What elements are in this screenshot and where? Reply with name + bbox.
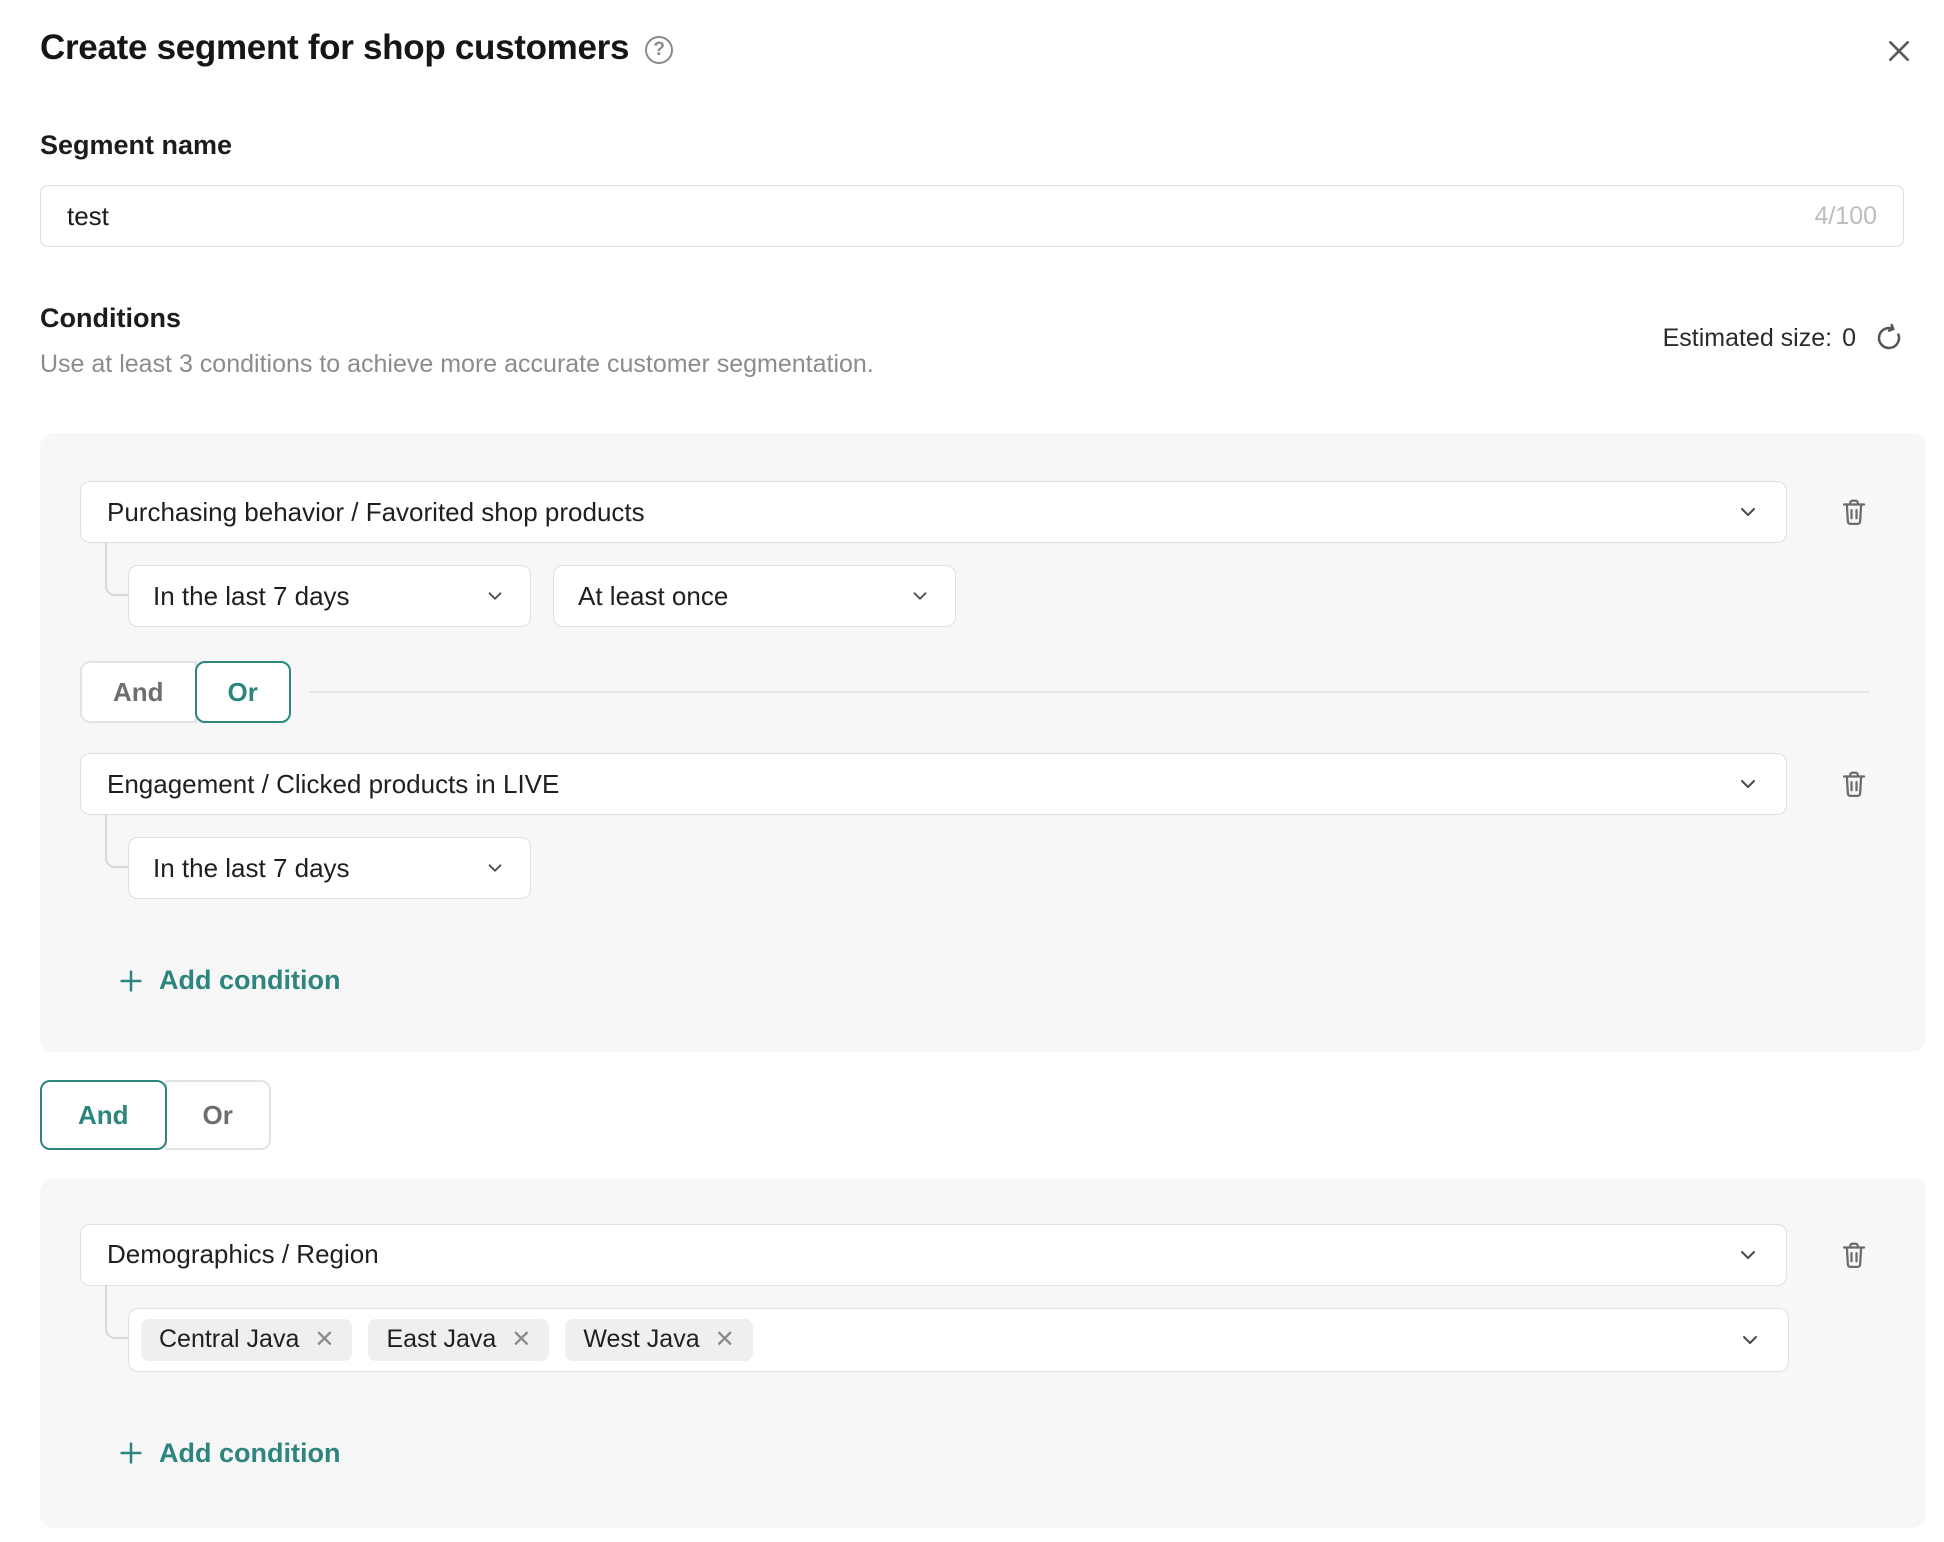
condition-group-2: Demographics / Region Central Java ✕ xyxy=(40,1178,1926,1529)
chevron-down-icon xyxy=(484,585,506,607)
remove-tag-icon[interactable]: ✕ xyxy=(715,1328,735,1352)
modal-header: Create segment for shop customers ? xyxy=(40,28,1904,68)
or-button[interactable]: Or xyxy=(195,661,291,723)
condition-filters-row: Central Java ✕ East Java ✕ West Java ✕ xyxy=(80,1308,1869,1372)
trash-icon xyxy=(1839,496,1869,528)
field-select-value: Purchasing behavior / Favorited shop pro… xyxy=(107,497,645,528)
plus-icon xyxy=(117,1439,145,1467)
connector-elbow xyxy=(105,1285,128,1339)
segment-name-label: Segment name xyxy=(40,130,1904,161)
time-range-select[interactable]: In the last 7 days xyxy=(128,837,531,899)
close-button[interactable] xyxy=(1886,38,1912,64)
trash-icon xyxy=(1839,768,1869,800)
condition-row: Purchasing behavior / Favorited shop pro… xyxy=(80,481,1869,543)
trash-icon xyxy=(1839,1239,1869,1271)
conditions-heading: Conditions xyxy=(40,303,1904,334)
region-tag: West Java ✕ xyxy=(565,1319,752,1361)
and-button[interactable]: And xyxy=(80,661,197,723)
time-range-value: In the last 7 days xyxy=(153,581,350,612)
condition-row: Demographics / Region xyxy=(80,1224,1869,1286)
region-tag: East Java ✕ xyxy=(368,1319,549,1361)
chevron-down-icon xyxy=(909,585,931,607)
field-select-engagement[interactable]: Engagement / Clicked products in LIVE xyxy=(80,753,1787,815)
add-condition-button[interactable]: Add condition xyxy=(117,965,340,996)
condition-group-1: Purchasing behavior / Favorited shop pro… xyxy=(40,433,1926,1052)
divider xyxy=(309,691,1869,693)
add-condition-button[interactable]: Add condition xyxy=(117,1438,340,1469)
row-operator: And Or xyxy=(80,661,1869,723)
connector-elbow xyxy=(105,542,128,596)
delete-condition-button[interactable] xyxy=(1839,1239,1869,1271)
chevron-down-icon xyxy=(1736,500,1760,524)
page-title: Create segment for shop customers xyxy=(40,28,629,68)
condition-row: Engagement / Clicked products in LIVE xyxy=(80,753,1869,815)
group-operator-toggle: And Or xyxy=(40,1080,271,1150)
region-tag-label: Central Java xyxy=(159,1325,299,1354)
estimated-size-value: 0 xyxy=(1842,324,1856,353)
estimated-size-label: Estimated size: xyxy=(1663,324,1833,353)
help-icon[interactable]: ? xyxy=(645,36,673,64)
add-condition-label: Add condition xyxy=(159,1438,340,1469)
time-range-value: In the last 7 days xyxy=(153,853,350,884)
and-button[interactable]: And xyxy=(40,1080,167,1150)
chevron-down-icon xyxy=(1736,772,1760,796)
field-select-value: Demographics / Region xyxy=(107,1239,379,1270)
condition-filters-row: In the last 7 days At least once xyxy=(80,565,1869,627)
remove-tag-icon[interactable]: ✕ xyxy=(314,1328,334,1352)
char-counter: 4/100 xyxy=(1814,202,1877,231)
chevron-down-icon xyxy=(1736,1243,1760,1267)
delete-condition-button[interactable] xyxy=(1839,768,1869,800)
estimated-size: Estimated size: 0 xyxy=(1663,323,1904,353)
delete-condition-button[interactable] xyxy=(1839,496,1869,528)
frequency-select[interactable]: At least once xyxy=(553,565,956,627)
remove-tag-icon[interactable]: ✕ xyxy=(511,1328,531,1352)
and-or-toggle: And Or xyxy=(80,661,291,723)
refresh-button[interactable] xyxy=(1874,323,1904,353)
region-tag-label: West Java xyxy=(583,1325,699,1354)
field-select-purchasing-behavior[interactable]: Purchasing behavior / Favorited shop pro… xyxy=(80,481,1787,543)
or-button[interactable]: Or xyxy=(165,1080,271,1150)
create-segment-modal: Create segment for shop customers ? Segm… xyxy=(0,0,1944,1528)
conditions-subtitle: Use at least 3 conditions to achieve mor… xyxy=(40,350,1904,379)
region-tag: Central Java ✕ xyxy=(141,1319,352,1361)
connector-elbow xyxy=(105,814,128,868)
segment-name-field: 4/100 xyxy=(40,185,1904,247)
segment-name-input[interactable] xyxy=(67,201,1794,232)
add-condition-label: Add condition xyxy=(159,965,340,996)
conditions-header: Conditions Use at least 3 conditions to … xyxy=(40,303,1904,379)
field-select-value: Engagement / Clicked products in LIVE xyxy=(107,769,559,800)
plus-icon xyxy=(117,967,145,995)
condition-filters-row: In the last 7 days xyxy=(80,837,1869,899)
time-range-select[interactable]: In the last 7 days xyxy=(128,565,531,627)
frequency-value: At least once xyxy=(578,581,728,612)
field-select-demographics[interactable]: Demographics / Region xyxy=(80,1224,1787,1286)
chevron-down-icon xyxy=(484,857,506,879)
refresh-icon xyxy=(1874,323,1904,353)
region-tag-label: East Java xyxy=(386,1325,496,1354)
close-icon xyxy=(1886,38,1912,64)
chevron-down-icon xyxy=(1738,1328,1762,1352)
region-multiselect[interactable]: Central Java ✕ East Java ✕ West Java ✕ xyxy=(128,1308,1789,1372)
